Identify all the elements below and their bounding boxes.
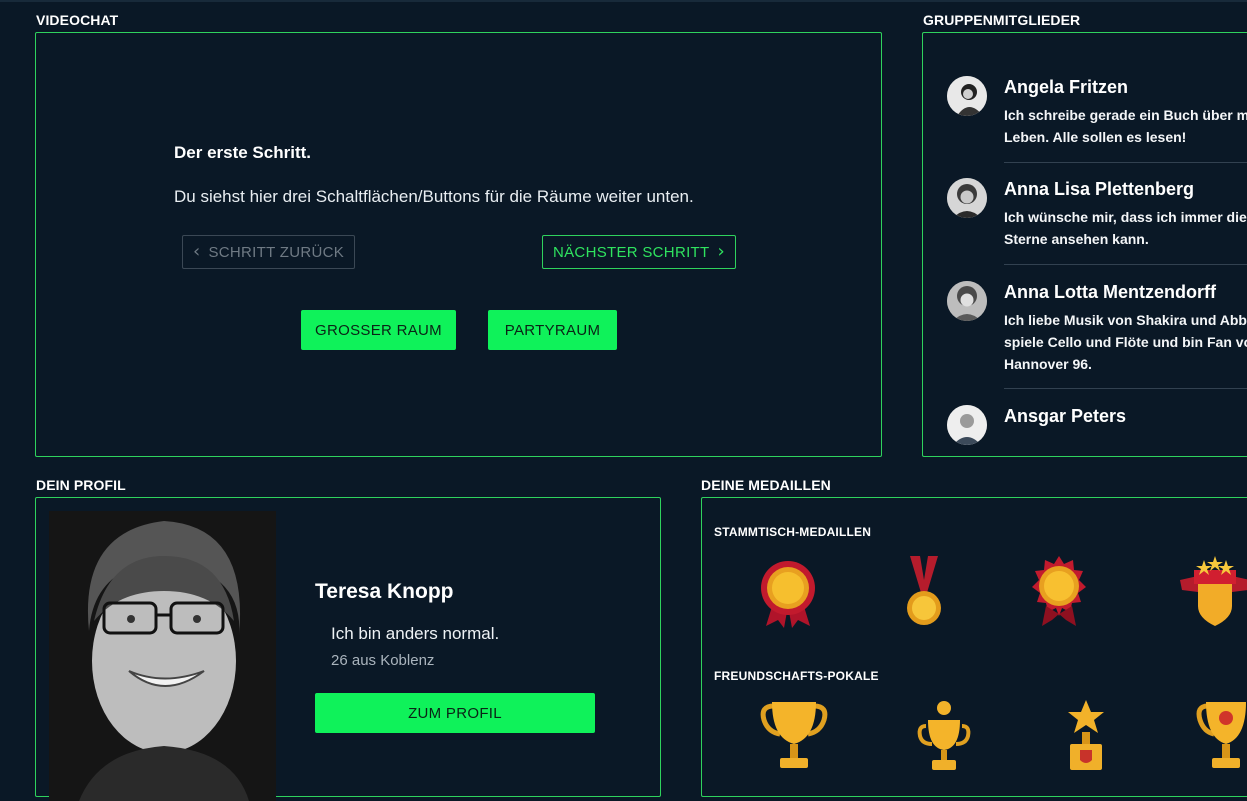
chevron-right-icon: › xyxy=(717,241,725,262)
trophy-cup-icon xyxy=(1196,702,1246,768)
member-divider xyxy=(1004,264,1247,265)
grosser-raum-button[interactable]: GROSSER RAUM xyxy=(301,310,456,350)
rosette-medal-icon xyxy=(761,561,815,628)
avatar xyxy=(947,405,987,445)
member-status: Ich schreibe gerade ein Buch über mein L… xyxy=(1004,107,1247,145)
member-name: Ansgar Peters xyxy=(1004,406,1127,426)
profile-age-city: 26 aus Koblenz xyxy=(331,652,435,669)
members-title: GRUPPENMITGLIEDER xyxy=(923,12,1081,28)
zum-profil-button[interactable]: ZUM PROFIL xyxy=(315,693,595,733)
partyraum-button[interactable]: PARTYRAUM xyxy=(488,310,617,350)
chevron-left-icon: ‹ xyxy=(192,241,201,262)
ribbon-medal-icon xyxy=(907,556,941,625)
step-back-label: SCHRITT ZURÜCK xyxy=(208,243,345,261)
profile-name: Teresa Knopp xyxy=(315,580,454,603)
avatar xyxy=(947,178,987,218)
step-next-button[interactable]: NÄCHSTER SCHRITT › xyxy=(542,235,736,269)
medal-category-title: STAMMTISCH-MEDAILLEN xyxy=(714,525,872,539)
banner-shield-icon xyxy=(1180,556,1247,626)
profile-photo xyxy=(49,511,276,801)
member-name: Anna Lotta Mentzendorff xyxy=(1004,282,1216,302)
top-divider xyxy=(0,0,1247,2)
avatar xyxy=(947,76,987,116)
members-panel: Angela Fritzen Ich schreibe gerade ein B… xyxy=(922,32,1247,457)
star-trophy-icon xyxy=(1068,700,1104,770)
member-name: Anna Lisa Plettenberg xyxy=(1004,179,1195,199)
profile-bio: Ich bin anders normal. xyxy=(331,624,500,643)
profile-panel: Teresa Knopp Ich bin anders normal. 26 a… xyxy=(35,497,661,801)
member-status: Ich wünsche mir, dass ich immer die Ster… xyxy=(1004,209,1247,247)
videochat-title: VIDEOCHAT xyxy=(36,12,119,28)
step-title: Der erste Schritt. xyxy=(174,143,311,162)
profile-title: DEIN PROFIL xyxy=(36,477,126,493)
step-back-button[interactable]: ‹ SCHRITT ZURÜCK xyxy=(182,235,355,269)
step-next-label: NÄCHSTER SCHRITT xyxy=(553,243,710,261)
member-status: Ich liebe Musik von Shakira und Abba, sp… xyxy=(1004,312,1247,372)
step-text: Du siehst hier drei Schaltflächen/Button… xyxy=(174,187,694,206)
medals-panel: STAMMTISCH-MEDAILLEN FREUNDSCHAFTS-POKAL… xyxy=(701,497,1247,797)
videochat-panel: Der erste Schritt. Du siehst hier drei S… xyxy=(35,32,882,457)
medal-category-title: FREUNDSCHAFTS-POKALE xyxy=(714,669,879,683)
sun-medal-icon xyxy=(1032,556,1086,626)
member-divider xyxy=(1004,388,1247,389)
medals-title: DEINE MEDAILLEN xyxy=(701,477,831,493)
member-divider xyxy=(1004,162,1247,163)
avatar xyxy=(947,281,987,321)
trophy-cup-icon xyxy=(760,702,828,768)
ornate-trophy-icon xyxy=(917,701,971,770)
member-name: Angela Fritzen xyxy=(1004,77,1129,97)
